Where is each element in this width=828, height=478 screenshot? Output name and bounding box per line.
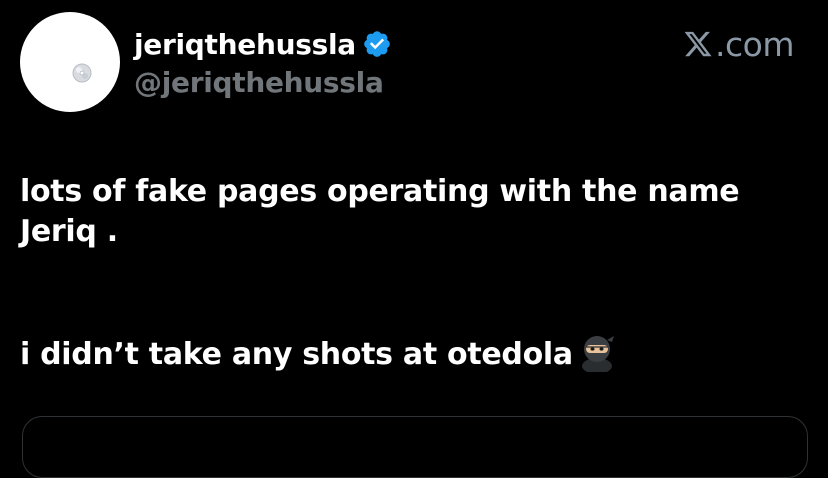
tweet-line-with-emoji: i didn’t take any shots at otedola: [20, 332, 810, 375]
avatar[interactable]: [20, 12, 120, 112]
author-name-row: jeriqthehussla: [134, 24, 392, 64]
author-handle[interactable]: @jeriqthehussla: [134, 66, 384, 99]
tweet-line: Jeriq .: [20, 214, 118, 249]
ninja-emoji-icon: [581, 336, 614, 372]
x-logo-icon: [684, 31, 712, 57]
tweet-line: i didn’t take any shots at otedola: [20, 337, 573, 372]
source-label: .com: [683, 24, 794, 64]
source-site-label: .com: [715, 24, 794, 64]
verified-badge-icon: [364, 31, 390, 57]
author-display-name[interactable]: jeriqthehussla: [134, 28, 356, 61]
quoted-card[interactable]: [22, 416, 808, 478]
tweet-body: lots of fake pages operating with the na…: [20, 172, 810, 375]
tweet-line: lots of fake pages operating with the na…: [20, 174, 740, 209]
cd-disc-icon: [72, 63, 92, 83]
